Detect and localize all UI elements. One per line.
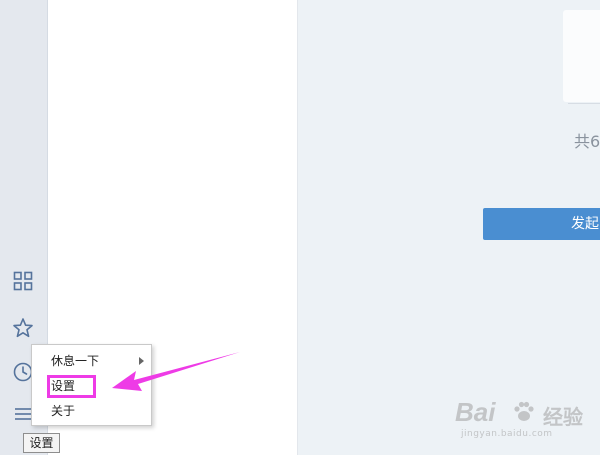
apps-grid-icon[interactable]	[12, 270, 34, 292]
watermark-jingyan: 经验	[543, 405, 583, 429]
submenu-arrow-icon	[139, 357, 144, 365]
menu-item-about[interactable]: 关于	[32, 399, 151, 423]
paw-icon	[514, 401, 534, 421]
menu-item-label: 关于	[51, 404, 76, 418]
watermark-brand: Bai	[455, 397, 496, 427]
start-button[interactable]: 发起	[483, 208, 600, 240]
star-icon[interactable]	[12, 317, 34, 339]
main-panel: 共6 发起	[298, 0, 600, 455]
divider	[568, 103, 600, 104]
avatar	[563, 10, 600, 102]
menu-item-rest[interactable]: 休息一下	[32, 349, 151, 373]
watermark-url: jingyan.baidu.com	[461, 429, 553, 439]
count-text: 共6	[574, 132, 600, 151]
highlight-box	[47, 375, 96, 398]
tooltip: 设置	[23, 433, 60, 453]
watermark: Bai 经验 jingyan.baidu.com	[455, 395, 595, 450]
menu-item-label: 休息一下	[51, 354, 100, 368]
